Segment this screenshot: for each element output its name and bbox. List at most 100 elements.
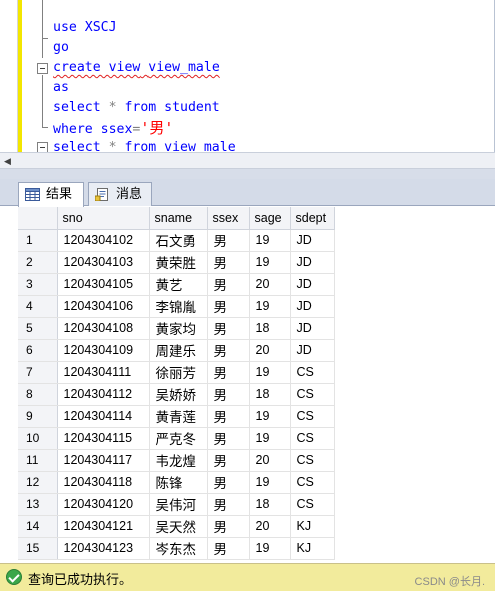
results-grid[interactable]: sno sname ssex sage sdept 1 1204304102 石文勇…	[18, 207, 495, 563]
cell-sdept[interactable]: CS	[290, 361, 335, 384]
cell-ssex[interactable]: 男	[207, 471, 250, 494]
cell-ssex[interactable]: 男	[207, 537, 250, 560]
cell-sage[interactable]: 19	[249, 361, 291, 384]
cell-sdept[interactable]: JD	[290, 295, 335, 318]
table-row[interactable]: 1 1204304102 石文勇男 19 JD	[18, 229, 335, 252]
row-number[interactable]: 9	[18, 405, 58, 428]
row-number[interactable]: 5	[18, 317, 58, 340]
cell-sdept[interactable]: KJ	[290, 537, 335, 560]
cell-sno[interactable]: 1204304112	[57, 383, 150, 406]
cell-ssex[interactable]: 男	[207, 515, 250, 538]
cell-sdept[interactable]: CS	[290, 383, 335, 406]
scroll-left-arrow-icon[interactable]: ◀	[4, 156, 11, 166]
cell-sdept[interactable]: JD	[290, 317, 335, 340]
cell-ssex[interactable]: 男	[207, 229, 250, 252]
cell-ssex[interactable]: 男	[207, 405, 250, 428]
pane-splitter[interactable]	[0, 169, 495, 179]
code-line-7[interactable]: select * from view_male	[53, 138, 236, 152]
table-row[interactable]: 13 1204304120 吴伟河男 18 CS	[18, 493, 335, 516]
cell-sname[interactable]: 陈锋	[149, 471, 208, 494]
collapse-select-icon[interactable]	[37, 142, 48, 152]
row-number[interactable]: 12	[18, 471, 58, 494]
cell-sno[interactable]: 1204304115	[57, 427, 150, 450]
row-number[interactable]: 15	[18, 537, 58, 560]
cell-sage[interactable]: 18	[249, 383, 291, 406]
cell-sno[interactable]: 1204304123	[57, 537, 150, 560]
cell-sage[interactable]: 18	[249, 317, 291, 340]
code-line-2[interactable]: go	[53, 38, 69, 58]
cell-ssex[interactable]: 男	[207, 361, 250, 384]
table-row[interactable]: 12 1204304118 陈锋男 19 CS	[18, 471, 335, 494]
cell-sno[interactable]: 1204304114	[57, 405, 150, 428]
column-header[interactable]: sage	[249, 207, 291, 230]
cell-sno[interactable]: 1204304117	[57, 449, 150, 472]
cell-sname[interactable]: 黄家均	[149, 317, 208, 340]
cell-sdept[interactable]: KJ	[290, 515, 335, 538]
column-header[interactable]: sdept	[290, 207, 335, 230]
code-line-1[interactable]: use XSCJ	[53, 18, 117, 38]
code-line-5[interactable]: select * from student	[53, 98, 220, 118]
cell-sage[interactable]: 20	[249, 273, 291, 296]
cell-sname[interactable]: 吴娇娇	[149, 383, 208, 406]
cell-sno[interactable]: 1204304111	[57, 361, 150, 384]
cell-sage[interactable]: 20	[249, 339, 291, 362]
cell-sname[interactable]: 黄荣胜	[149, 251, 208, 274]
cell-sname[interactable]: 吴伟河	[149, 493, 208, 516]
table-row[interactable]: 4 1204304106 李锦胤男 19 JD	[18, 295, 335, 318]
row-number[interactable]: 1	[18, 229, 58, 252]
cell-sage[interactable]: 19	[249, 229, 291, 252]
cell-ssex[interactable]: 男	[207, 339, 250, 362]
row-number[interactable]: 8	[18, 383, 58, 406]
cell-sdept[interactable]: JD	[290, 229, 335, 252]
cell-sdept[interactable]: JD	[290, 273, 335, 296]
table-row[interactable]: 6 1204304109 周建乐男 20 JD	[18, 339, 335, 362]
row-number[interactable]: 14	[18, 515, 58, 538]
cell-sno[interactable]: 1204304120	[57, 493, 150, 516]
cell-sno[interactable]: 1204304109	[57, 339, 150, 362]
sql-editor[interactable]: use XSCJ go create view view_male as sel…	[0, 0, 495, 152]
code-line-6[interactable]: where ssex='男'	[53, 118, 173, 138]
row-number[interactable]: 3	[18, 273, 58, 296]
cell-sname[interactable]: 黄艺	[149, 273, 208, 296]
cell-ssex[interactable]: 男	[207, 383, 250, 406]
cell-sno[interactable]: 1204304106	[57, 295, 150, 318]
cell-sname[interactable]: 严克冬	[149, 427, 208, 450]
table-row[interactable]: 8 1204304112 吴娇娇男 18 CS	[18, 383, 335, 406]
row-number[interactable]: 11	[18, 449, 58, 472]
table-row[interactable]: 9 1204304114 黄青莲男 19 CS	[18, 405, 335, 428]
row-number-header[interactable]	[18, 207, 58, 230]
cell-sage[interactable]: 19	[249, 251, 291, 274]
table-row[interactable]: 10 1204304115 严克冬男 19 CS	[18, 427, 335, 450]
cell-sage[interactable]: 19	[249, 405, 291, 428]
row-number[interactable]: 6	[18, 339, 58, 362]
cell-sno[interactable]: 1204304105	[57, 273, 150, 296]
cell-sage[interactable]: 19	[249, 537, 291, 560]
cell-ssex[interactable]: 男	[207, 493, 250, 516]
cell-sdept[interactable]: CS	[290, 471, 335, 494]
cell-sdept[interactable]: CS	[290, 405, 335, 428]
cell-ssex[interactable]: 男	[207, 273, 250, 296]
cell-sno[interactable]: 1204304121	[57, 515, 150, 538]
row-number[interactable]: 7	[18, 361, 58, 384]
cell-ssex[interactable]: 男	[207, 251, 250, 274]
code-line-4[interactable]: as	[53, 78, 69, 98]
cell-ssex[interactable]: 男	[207, 295, 250, 318]
cell-ssex[interactable]: 男	[207, 317, 250, 340]
cell-sage[interactable]: 19	[249, 295, 291, 318]
cell-sdept[interactable]: JD	[290, 339, 335, 362]
cell-sdept[interactable]: CS	[290, 493, 335, 516]
cell-sage[interactable]: 20	[249, 449, 291, 472]
cell-sdept[interactable]: JD	[290, 251, 335, 274]
cell-sage[interactable]: 19	[249, 427, 291, 450]
column-header[interactable]: ssex	[207, 207, 250, 230]
cell-sname[interactable]: 李锦胤	[149, 295, 208, 318]
cell-sname[interactable]: 徐丽芳	[149, 361, 208, 384]
cell-sno[interactable]: 1204304103	[57, 251, 150, 274]
cell-sdept[interactable]: CS	[290, 449, 335, 472]
table-row[interactable]: 2 1204304103 黄荣胜男 19 JD	[18, 251, 335, 274]
cell-ssex[interactable]: 男	[207, 427, 250, 450]
row-number[interactable]: 10	[18, 427, 58, 450]
table-row[interactable]: 3 1204304105 黄艺男 20 JD	[18, 273, 335, 296]
row-number[interactable]: 2	[18, 251, 58, 274]
table-row[interactable]: 14 1204304121 吴天然男 20 KJ	[18, 515, 335, 538]
